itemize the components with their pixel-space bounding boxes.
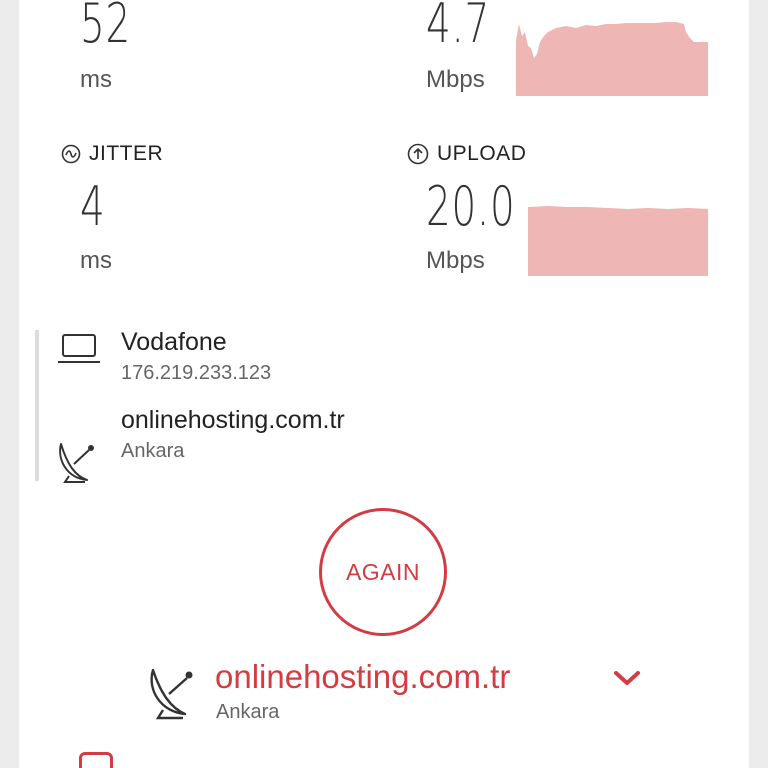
- jitter-header: JITTER: [61, 142, 163, 166]
- server-location: Ankara: [216, 701, 280, 723]
- laptop-icon: [58, 334, 100, 363]
- upload-value: 20.0: [426, 175, 516, 238]
- upload-graph: [528, 206, 708, 276]
- speedtest-results-page: 52 ms 4.7 Mbps JITTER 4 ms UPLOAD 20.0 M…: [19, 0, 749, 768]
- download-graph: [516, 22, 708, 96]
- server-name: onlinehosting.com.tr: [215, 658, 511, 695]
- jitter-value: 4: [80, 175, 106, 238]
- jitter-unit: ms: [80, 247, 112, 274]
- satellite-dish-icon: [59, 443, 94, 483]
- provider-name: Vodafone: [121, 328, 227, 356]
- bottom-checkbox[interactable]: [79, 752, 113, 768]
- host-location: Ankara: [121, 440, 185, 462]
- ping-value: 52: [80, 0, 131, 55]
- server-selector[interactable]: onlinehosting.com.tr Ankara: [145, 654, 640, 730]
- ping-unit: ms: [80, 66, 112, 93]
- info-divider: [35, 330, 39, 481]
- download-unit: Mbps: [426, 66, 485, 93]
- chevron-down-icon: [614, 671, 640, 685]
- upload-label: UPLOAD: [437, 142, 527, 165]
- arrow-up-circle-icon: [407, 143, 429, 165]
- upload-header: UPLOAD: [407, 142, 526, 166]
- host-name: onlinehosting.com.tr: [121, 406, 345, 434]
- satellite-dish-icon: [150, 668, 193, 720]
- wave-icon: [61, 144, 81, 164]
- download-value: 4.7: [426, 0, 491, 55]
- upload-unit: Mbps: [426, 247, 485, 274]
- jitter-label: JITTER: [89, 142, 164, 165]
- again-button[interactable]: AGAIN: [319, 508, 447, 636]
- provider-ip: 176.219.233.123: [121, 362, 272, 384]
